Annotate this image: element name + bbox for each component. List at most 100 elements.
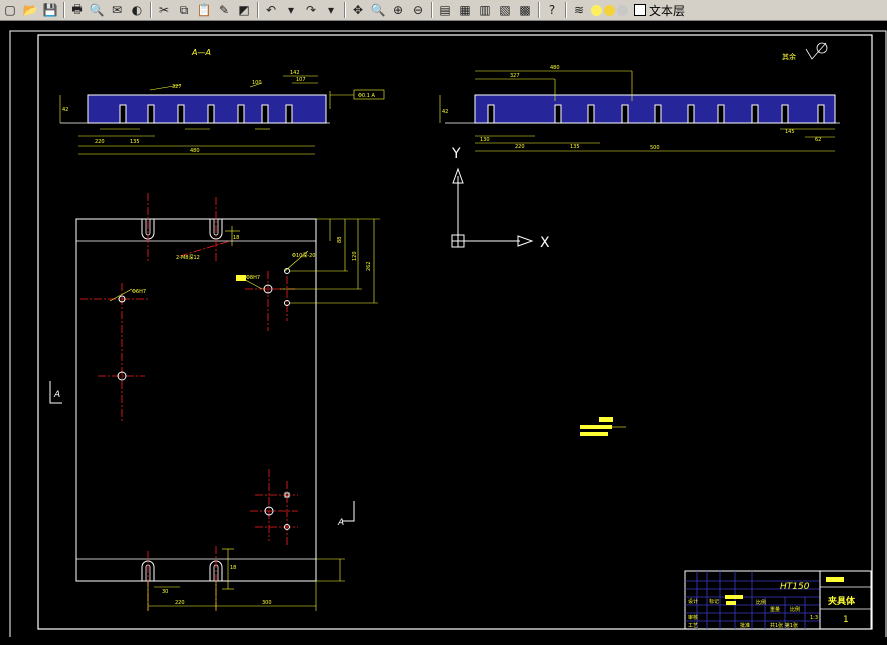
properties-icon[interactable]: ▤ <box>435 1 455 19</box>
section-marker-right: A <box>337 518 344 528</box>
pan-icon[interactable]: ✥ <box>348 1 368 19</box>
block-editor-icon[interactable]: ◩ <box>234 1 254 19</box>
ucs-icon <box>451 167 534 248</box>
svg-text:480: 480 <box>550 65 560 71</box>
svg-text:共1张 第1张: 共1张 第1张 <box>770 622 798 629</box>
title-block: 设计 标记 审核工艺 比例重量 比例批准 共1张 第1张 1:3 HT150 夹具… <box>684 570 872 630</box>
tool-palettes-icon[interactable]: ▥ <box>475 1 495 19</box>
print-preview-icon[interactable]: 🔍 <box>87 1 107 19</box>
svg-text:重量: 重量 <box>770 606 780 613</box>
svg-text:2-M8深12: 2-M8深12 <box>176 254 200 261</box>
axis-x-label: X <box>540 235 550 251</box>
svg-text:Φ8H7: Φ8H7 <box>246 275 260 281</box>
svg-text:标记: 标记 <box>709 598 719 605</box>
zoom-window-icon[interactable]: ⊕ <box>388 1 408 19</box>
section-view-right: 480 327 130 220 135 500 145 62 42 其余 <box>439 42 840 152</box>
svg-text:比例: 比例 <box>756 599 766 606</box>
svg-text:Φ0.1 A: Φ0.1 A <box>358 93 375 99</box>
t-slot <box>587 104 595 124</box>
svg-text:327: 327 <box>510 73 520 79</box>
layer-on-icon[interactable] <box>591 4 602 16</box>
drawing-canvas[interactable]: A—A 327142107 100Φ0.1 A220 13548042 4803… <box>0 21 887 645</box>
svg-text:比例: 比例 <box>790 606 800 613</box>
svg-text:100: 100 <box>252 80 262 86</box>
copy-icon[interactable]: ⧉ <box>174 1 194 19</box>
plan-view: 2-M8深12 Φ8H7 Φ10深-20 Φ6H7 88 120 262 220… <box>49 193 380 611</box>
t-slot <box>237 104 245 124</box>
plot-icon[interactable]: ◐ <box>127 1 147 19</box>
svg-text:220: 220 <box>95 139 105 145</box>
t-slot <box>177 104 185 124</box>
match-properties-icon[interactable]: ✎ <box>214 1 234 19</box>
layer-lock-icon[interactable] <box>617 4 628 16</box>
layer-color-swatch <box>634 4 646 16</box>
svg-text:18: 18 <box>233 235 239 241</box>
t-slot <box>119 104 127 124</box>
redo-icon[interactable]: ↷ <box>301 1 321 19</box>
cut-icon[interactable]: ✂ <box>154 1 174 19</box>
roughness-label: 其余 <box>782 52 796 61</box>
open-icon[interactable]: 📂 <box>20 1 40 19</box>
svg-text:135: 135 <box>570 144 580 150</box>
t-slot <box>717 104 725 124</box>
undo-icon[interactable]: ↶ <box>261 1 281 19</box>
t-slot <box>285 104 293 124</box>
svg-text:Φ10深-20: Φ10深-20 <box>292 252 315 259</box>
toolbar-separator <box>150 2 151 18</box>
toolbar-separator <box>431 2 432 18</box>
layer-control[interactable]: 文本层 <box>591 2 685 19</box>
calculator-icon[interactable]: ▩ <box>515 1 535 19</box>
svg-text:107: 107 <box>296 77 306 83</box>
t-slot <box>207 104 215 124</box>
print-icon[interactable]: 🖶 <box>67 1 87 19</box>
svg-text:142: 142 <box>290 70 300 76</box>
t-slot <box>654 104 662 124</box>
svg-text:480: 480 <box>190 148 200 154</box>
svg-text:42: 42 <box>442 109 448 115</box>
t-slot <box>751 104 759 124</box>
t-slot <box>817 104 825 124</box>
svg-text:42: 42 <box>62 107 68 113</box>
standard-toolbar: ▢ 📂 💾 🖶 🔍 ✉ ◐ ✂ ⧉ 📋 ✎ ◩ ↶ ▾ ↷ ▾ ✥ 🔍 ⊕ ⊖ ▤ ▦ ▥ ▧ ▩? ≋ 文本层 <box>0 0 887 21</box>
model-layout-tabs[interactable] <box>0 637 887 645</box>
zoom-previous-icon[interactable]: ⊖ <box>408 1 428 19</box>
svg-text:88: 88 <box>337 237 343 243</box>
help-icon[interactable]: ? <box>542 1 562 19</box>
layer-manager-icon[interactable]: ≋ <box>569 1 589 19</box>
t-slot <box>687 104 695 124</box>
svg-text:135: 135 <box>130 139 140 145</box>
part-name-label: 夹具体 <box>828 595 856 607</box>
svg-text:120: 120 <box>352 251 358 261</box>
svg-text:145: 145 <box>785 129 795 135</box>
markup-icon[interactable]: ▧ <box>495 1 515 19</box>
svg-text:1:3: 1:3 <box>810 615 818 621</box>
svg-text:62: 62 <box>815 137 821 143</box>
layer-name: 文本层 <box>649 3 686 18</box>
svg-text:130: 130 <box>480 137 490 143</box>
paste-icon[interactable]: 📋 <box>194 1 214 19</box>
svg-text:18: 18 <box>230 565 236 571</box>
svg-text:设计: 设计 <box>688 598 698 605</box>
new-icon[interactable]: ▢ <box>0 1 20 19</box>
t-slot <box>554 104 562 124</box>
svg-text:327: 327 <box>172 84 182 90</box>
section-label: A—A <box>191 48 211 57</box>
layer-thaw-icon[interactable] <box>604 4 615 16</box>
section-view-left: A—A 327 142107 100 Φ0.1 A 220 135 480 42 <box>59 48 385 155</box>
publish-icon[interactable]: ✉ <box>107 1 127 19</box>
zoom-realtime-icon[interactable]: 🔍 <box>368 1 388 19</box>
svg-text:262: 262 <box>366 261 372 271</box>
svg-text:批准: 批准 <box>740 622 750 629</box>
toolbar-separator <box>63 2 64 18</box>
section-marker-left: A <box>53 390 60 400</box>
design-center-icon[interactable]: ▦ <box>455 1 475 19</box>
drawing-border-inner <box>37 34 873 630</box>
svg-text:300: 300 <box>262 600 272 606</box>
redo-dropdown-icon[interactable]: ▾ <box>321 1 341 19</box>
save-icon[interactable]: 💾 <box>40 1 60 19</box>
quantity-label: 1 <box>843 615 849 625</box>
undo-dropdown-icon[interactable]: ▾ <box>281 1 301 19</box>
svg-text:30: 30 <box>162 589 168 595</box>
t-slot <box>487 104 495 124</box>
svg-text:审核: 审核 <box>688 614 698 621</box>
